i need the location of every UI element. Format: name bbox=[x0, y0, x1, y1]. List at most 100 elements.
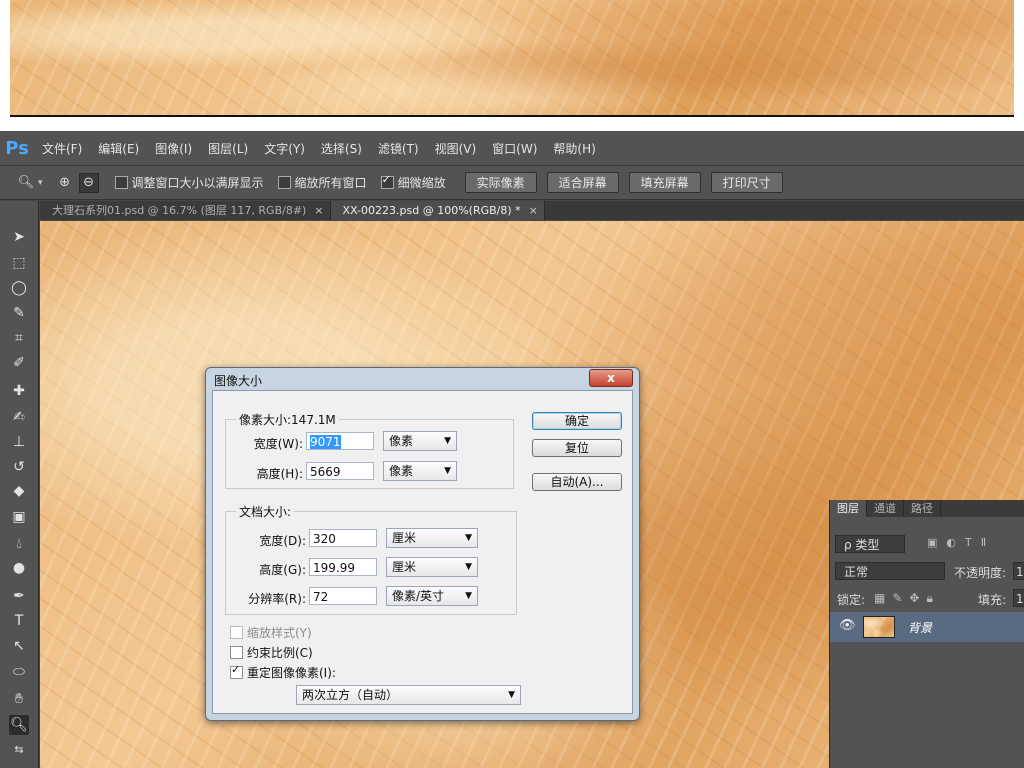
brush-tool-icon[interactable]: ✍ bbox=[9, 407, 29, 427]
resize-windows-checkbox[interactable] bbox=[114, 176, 128, 189]
blur-icon[interactable]: 💧︎ bbox=[9, 534, 29, 554]
document-tabs: 大理石系列01.psd @ 16.7% (图层 117, RGB/8#) × XX… bbox=[40, 201, 1024, 220]
magnifier-icon[interactable]: 🔍︎ bbox=[16, 173, 36, 193]
layer-row-background[interactable]: 👁︎ 背景 bbox=[830, 612, 1024, 642]
close-icon[interactable]: × bbox=[314, 204, 323, 217]
resolution-input[interactable]: 72 bbox=[309, 587, 377, 605]
resample-checkbox[interactable] bbox=[230, 663, 243, 679]
photoshop-logo: Ps bbox=[5, 137, 29, 159]
doc-width-unit-select[interactable]: 厘米 ▼ bbox=[386, 528, 478, 548]
auto-button[interactable]: 自动(A)... bbox=[532, 473, 622, 491]
resample-method-value: 两次立方（自动） bbox=[302, 688, 399, 702]
close-icon[interactable]: x bbox=[589, 369, 633, 387]
tab-layers[interactable]: 图层 bbox=[830, 500, 867, 517]
eraser-icon[interactable]: ◆ bbox=[9, 481, 29, 501]
menu-edit[interactable]: 编辑(E) bbox=[90, 140, 147, 157]
layer-filter-select[interactable]: ρ 类型 bbox=[835, 535, 905, 553]
healing-brush-icon[interactable]: ✚ bbox=[9, 381, 29, 401]
quick-select-icon[interactable]: ✎ bbox=[9, 303, 29, 323]
opacity-input[interactable]: 10 bbox=[1013, 562, 1024, 580]
type-tool-icon[interactable]: T bbox=[9, 611, 29, 631]
fill-screen-button[interactable]: 填充屏幕 bbox=[628, 172, 701, 193]
panel-tabs: 图层 通道 路径 bbox=[830, 500, 1024, 517]
print-size-button[interactable]: 打印尺寸 bbox=[710, 172, 783, 193]
resolution-unit-value: 像素/英寸 bbox=[392, 589, 445, 603]
layers-panel: 图层 通道 路径 ρ 类型 ▣◐TⅡ 正常 不透明度: 10 锁定: ▦✎✥🔒︎… bbox=[829, 500, 1024, 768]
scale-styles-checkbox[interactable] bbox=[230, 626, 243, 639]
menu-select[interactable]: 选择(S) bbox=[313, 140, 370, 157]
zoom-in-icon[interactable]: ⊕ bbox=[55, 173, 75, 193]
height-unit-select[interactable]: 像素 ▼ bbox=[383, 461, 457, 481]
reset-button[interactable]: 复位 bbox=[532, 439, 622, 457]
hand-tool-icon[interactable]: ✋︎ bbox=[9, 689, 29, 709]
menu-window[interactable]: 窗口(W) bbox=[484, 140, 545, 157]
fit-screen-button[interactable]: 适合屏幕 bbox=[546, 172, 619, 193]
width-label: 宽度(W): bbox=[253, 437, 303, 451]
menu-help[interactable]: 帮助(H) bbox=[545, 140, 603, 157]
menu-image[interactable]: 图像(I) bbox=[147, 140, 200, 157]
fill-input[interactable]: 10 bbox=[1013, 589, 1024, 607]
menu-layer[interactable]: 图层(L) bbox=[200, 140, 256, 157]
tab-channels[interactable]: 通道 bbox=[867, 500, 904, 517]
width-input[interactable]: 9071 bbox=[306, 432, 374, 450]
close-icon[interactable]: × bbox=[529, 204, 538, 217]
zoom-out-icon[interactable]: ⊖ bbox=[78, 172, 99, 193]
tool-preset-dropdown-icon[interactable]: ▾ bbox=[38, 178, 43, 188]
gradient-icon[interactable]: ▣ bbox=[9, 507, 29, 527]
lock-icons[interactable]: ▦✎✥🔒︎ bbox=[874, 591, 940, 606]
ok-button[interactable]: 确定 bbox=[532, 412, 622, 430]
doc-width-input[interactable]: 320 bbox=[309, 529, 377, 547]
scrubby-zoom-label: 细微缩放 bbox=[397, 176, 446, 190]
eyedropper-icon[interactable]: ✐ bbox=[9, 353, 29, 373]
resize-windows-label: 调整窗口大小以满屏显示 bbox=[131, 176, 264, 190]
width-unit-value: 像素 bbox=[389, 434, 414, 448]
scrubby-zoom-checkbox[interactable] bbox=[380, 173, 394, 189]
tab-document-2[interactable]: XX-00223.psd @ 100%(RGB/8) * × bbox=[330, 201, 545, 220]
crop-tool-icon[interactable]: ⌗ bbox=[9, 328, 29, 348]
scale-styles-option[interactable]: 缩放样式(Y) bbox=[230, 624, 312, 641]
doc-height-input[interactable]: 199.99 bbox=[309, 558, 377, 576]
marquee-tool-icon[interactable]: ⬚ bbox=[9, 253, 29, 273]
resample-option[interactable]: 重定图像像素(I): bbox=[230, 663, 336, 681]
history-brush-icon[interactable]: ↺ bbox=[9, 457, 29, 477]
dodge-icon[interactable]: ● bbox=[9, 558, 29, 578]
chevron-down-icon: ▼ bbox=[465, 562, 472, 572]
menu-view[interactable]: 视图(V) bbox=[427, 140, 485, 157]
chevron-down-icon: ▼ bbox=[508, 690, 515, 700]
width-value: 9071 bbox=[310, 435, 341, 449]
doc-height-unit-value: 厘米 bbox=[392, 560, 417, 574]
menu-file[interactable]: 文件(F) bbox=[34, 140, 90, 157]
menu-type[interactable]: 文字(Y) bbox=[256, 140, 313, 157]
pen-tool-icon[interactable]: ✒ bbox=[9, 586, 29, 606]
menu-filter[interactable]: 滤镜(T) bbox=[370, 140, 427, 157]
chevron-down-icon: ▼ bbox=[444, 436, 451, 446]
swap-colors-icon[interactable]: ⇆ bbox=[9, 739, 29, 759]
chevron-down-icon: ▼ bbox=[444, 466, 451, 476]
tab-document-1-label: 大理石系列01.psd @ 16.7% (图层 117, RGB/8#) bbox=[52, 204, 307, 217]
height-input[interactable]: 5669 bbox=[306, 462, 374, 480]
clone-stamp-icon[interactable]: ⊥ bbox=[9, 432, 29, 452]
filter-icons[interactable]: ▣◐TⅡ bbox=[927, 536, 995, 549]
actual-pixels-button[interactable]: 实际像素 bbox=[464, 172, 537, 193]
tab-document-1[interactable]: 大理石系列01.psd @ 16.7% (图层 117, RGB/8#) × bbox=[40, 201, 331, 220]
shape-tool-icon[interactable]: ⬭ bbox=[9, 662, 29, 682]
resample-method-select[interactable]: 两次立方（自动） ▼ bbox=[296, 685, 521, 705]
lasso-tool-icon[interactable]: ◯ bbox=[9, 278, 29, 298]
doc-height-unit-select[interactable]: 厘米 ▼ bbox=[386, 557, 478, 577]
scale-styles-label: 缩放样式(Y) bbox=[247, 626, 312, 640]
zoom-tool-icon[interactable]: 🔍︎ bbox=[9, 715, 29, 735]
width-unit-select[interactable]: 像素 ▼ bbox=[383, 431, 457, 451]
doc-height-value: 199.99 bbox=[313, 561, 355, 575]
marble-preview-image bbox=[10, 0, 1014, 117]
move-tool-icon[interactable]: ➤ bbox=[9, 227, 29, 247]
tab-paths[interactable]: 路径 bbox=[904, 500, 941, 517]
eye-icon[interactable]: 👁︎ bbox=[839, 618, 856, 633]
zoom-all-windows-checkbox[interactable] bbox=[277, 176, 291, 189]
blend-mode-select[interactable]: 正常 bbox=[835, 562, 945, 580]
constrain-proportions-checkbox[interactable] bbox=[230, 646, 243, 659]
constrain-proportions-option[interactable]: 约束比例(C) bbox=[230, 644, 313, 661]
resolution-unit-select[interactable]: 像素/英寸 ▼ bbox=[386, 586, 478, 606]
path-select-icon[interactable]: ↖ bbox=[9, 636, 29, 656]
fill-label: 填充: bbox=[978, 593, 1007, 607]
doc-width-label: 宽度(D): bbox=[259, 534, 306, 548]
